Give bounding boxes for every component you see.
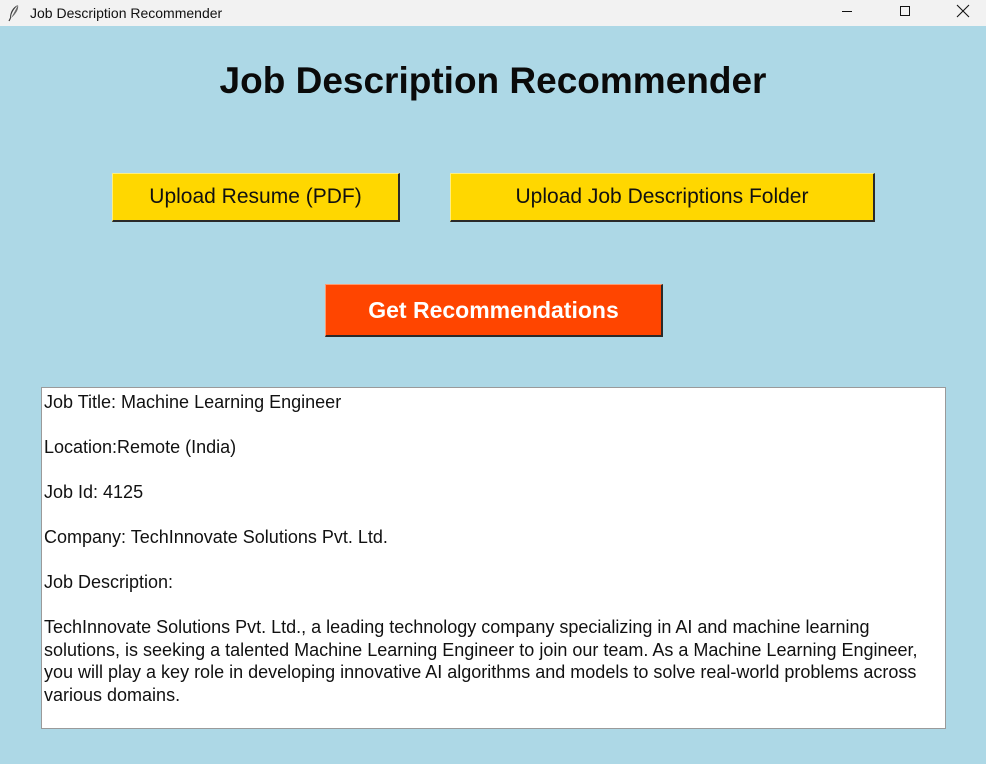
job-id-line: Job Id: 4125 [44,482,144,502]
get-recommendations-button[interactable]: Get Recommendations [325,284,663,337]
app-window: Job Description Recommender Job Descript… [0,0,986,764]
page-title: Job Description Recommender [219,60,767,101]
minimize-icon [841,4,853,22]
job-title-line: Job Title: Machine Learning Engineer [44,392,342,412]
maximize-button[interactable] [882,0,928,26]
close-icon [956,4,970,23]
minimize-button[interactable] [824,0,870,26]
recommendation-output[interactable]: Job Title: Machine Learning Engineer Loc… [41,387,946,729]
upload-folder-label: Upload Job Descriptions Folder [515,185,809,208]
feather-icon [7,4,21,22]
job-description-text: TechInnovate Solutions Pvt. Ltd., a lead… [44,617,918,705]
job-description-label: Job Description: [44,572,174,592]
close-button[interactable] [940,0,986,26]
company-line: Company: TechInnovate Solutions Pvt. Ltd… [44,527,388,547]
upload-resume-button[interactable]: Upload Resume (PDF) [112,173,400,222]
title-bar[interactable]: Job Description Recommender [0,0,986,26]
upload-job-descriptions-folder-button[interactable]: Upload Job Descriptions Folder [450,173,875,222]
get-recommendations-label: Get Recommendations [368,296,619,323]
maximize-icon [899,4,911,22]
window-title: Job Description Recommender [30,5,223,21]
location-line: Location:Remote (India) [44,437,237,457]
upload-resume-label: Upload Resume (PDF) [149,185,362,208]
